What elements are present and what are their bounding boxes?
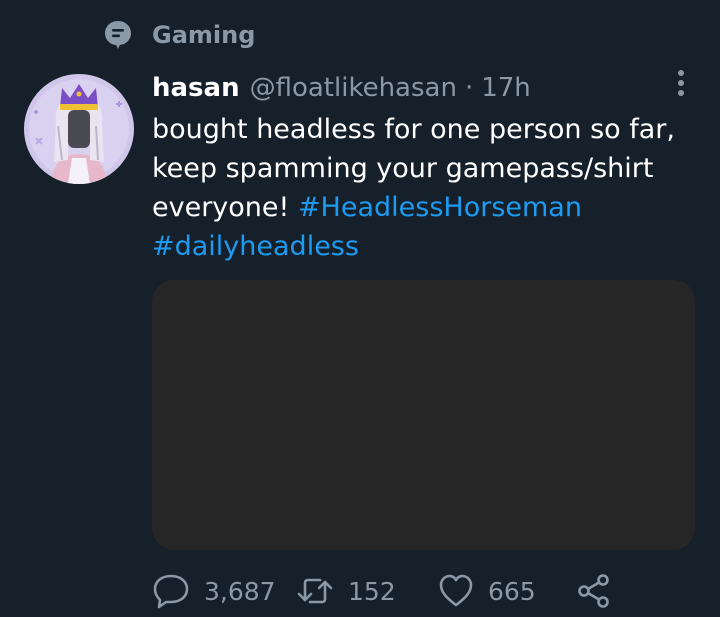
avatar[interactable] [24,74,134,184]
reply-count: 3,687 [204,576,276,606]
reply-button[interactable]: 3,687 [152,568,276,614]
retweet-icon [296,572,334,610]
like-button[interactable]: 665 [438,568,536,614]
share-button[interactable] [576,568,612,614]
hashtag-link[interactable]: #HeadlessHorseman [298,192,582,223]
tweet-text: bought headless for one person so far, k… [152,110,697,266]
retweet-button[interactable]: 152 [296,568,396,614]
more-options-button[interactable] [664,68,698,102]
tweet-text-fragment: everyone! [152,192,298,223]
author-name[interactable]: hasan [152,73,240,103]
topic-label: Gaming [152,21,256,49]
tweet-text-line: everyone! #HeadlessHorseman [152,188,697,227]
hashtag-link[interactable]: #dailyheadless [152,231,359,262]
like-count: 665 [488,576,536,606]
tweet-actions: 3,687 152 665 [152,568,697,614]
tweet-timestamp[interactable]: 17h [481,73,531,103]
separator-dot: · [464,73,474,103]
topic-icon [104,18,132,52]
tweet-text-line: bought headless for one person so far, [152,114,675,145]
retweet-count: 152 [348,576,396,606]
more-vertical-icon [676,68,686,102]
heart-icon [438,573,474,609]
reply-icon [152,572,190,610]
tweet-media[interactable] [152,280,695,550]
tweet-text-line: keep spamming your gamepass/shirt [152,153,654,184]
tweet-header: hasan @floatlikehasan · 17h [152,68,531,108]
share-icon [576,573,612,609]
author-handle[interactable]: @floatlikehasan [250,73,457,103]
tweet-text-line: #dailyheadless [152,227,697,266]
topic-header[interactable]: Gaming [104,18,255,52]
